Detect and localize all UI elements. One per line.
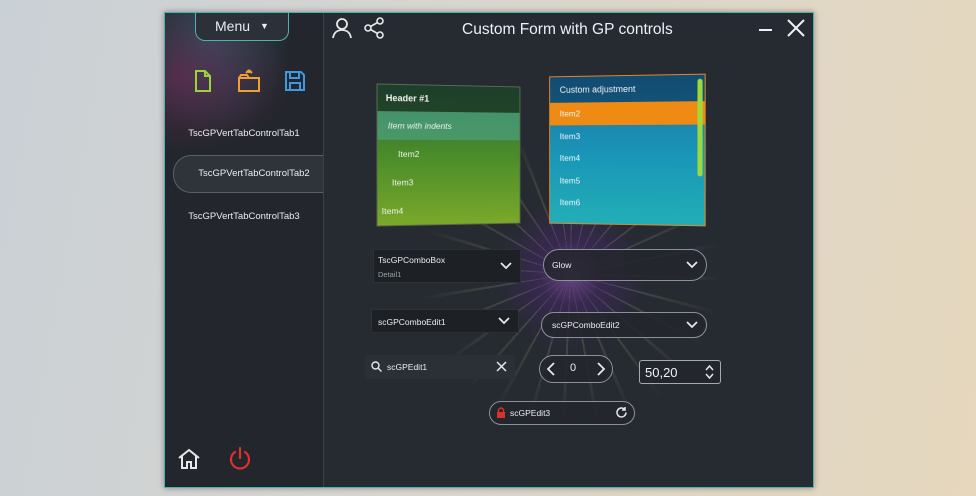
edit3-value: scGPEdit3 xyxy=(510,408,551,418)
minimize-icon[interactable] xyxy=(755,17,777,39)
share-icon[interactable] xyxy=(363,17,385,39)
list-item[interactable]: Item6 xyxy=(550,191,705,215)
sidebar-tab-2[interactable]: TscGPVertTabControlTab2 xyxy=(173,155,323,193)
save-icon[interactable] xyxy=(283,69,307,93)
combo-detail: Detail1 xyxy=(378,270,402,279)
sidebar-tab-3[interactable]: TscGPVertTabControlTab3 xyxy=(165,202,323,232)
list-box-1[interactable]: Header #1 Item with indents Item2 Item3 … xyxy=(376,83,521,227)
list-item[interactable]: Item3 xyxy=(550,124,705,147)
list-item[interactable]: Item4 xyxy=(378,195,520,225)
search-edit[interactable]: scGPEdit1 xyxy=(365,355,515,379)
window-title: Custom Form with GP controls xyxy=(462,21,673,38)
gp-combo-box[interactable]: TscGPComboBox Detail1 xyxy=(373,249,521,283)
list-scrollbar[interactable] xyxy=(697,78,703,177)
gp-combo-edit-2[interactable]: scGPComboEdit2 xyxy=(541,312,707,338)
combo-value: TscGPComboBox xyxy=(378,255,446,265)
caret-down-icon: ▼ xyxy=(260,20,269,31)
number-edit[interactable]: 50,20 xyxy=(639,360,721,384)
number-value: 50,20 xyxy=(645,365,678,380)
spin-edit[interactable]: 0 xyxy=(539,355,613,383)
chevron-right-icon[interactable] xyxy=(596,362,606,376)
glow-combo-box[interactable]: Glow xyxy=(543,249,707,281)
spin-value: 0 xyxy=(570,362,577,374)
list-header: Header #1 xyxy=(377,84,520,113)
sidebar: Menu ▼ TscGPVertTabControlTab1 TscGPVert… xyxy=(165,13,324,487)
close-icon[interactable] xyxy=(785,17,807,39)
user-icon[interactable] xyxy=(331,17,353,39)
list-item[interactable]: Item2 xyxy=(378,140,520,169)
gp-edit-3[interactable]: scGPEdit3 xyxy=(489,401,635,425)
lock-icon xyxy=(497,407,505,418)
list-item[interactable]: Item2 xyxy=(550,101,705,125)
home-icon[interactable] xyxy=(177,447,201,471)
open-folder-icon[interactable] xyxy=(237,69,261,93)
chevron-down-icon xyxy=(686,261,698,269)
gp-combo-edit-1[interactable]: scGPComboEdit1 xyxy=(371,309,519,333)
chevron-down-icon xyxy=(500,262,512,270)
app-window: Menu ▼ TscGPVertTabControlTab1 TscGPVert… xyxy=(164,12,814,488)
menu-button[interactable]: Menu ▼ xyxy=(195,13,289,41)
list-item[interactable]: Item5 xyxy=(550,169,705,193)
up-down-arrows-icon[interactable] xyxy=(705,364,714,380)
chevron-down-icon xyxy=(498,317,510,325)
combo-value: scGPComboEdit2 xyxy=(552,320,620,330)
refresh-icon[interactable] xyxy=(615,406,628,419)
list-box-2[interactable]: Custom adjustment Item2 Item3 Item4 Item… xyxy=(549,73,706,227)
menu-button-label: Menu xyxy=(215,17,251,34)
list-item[interactable]: Item3 xyxy=(378,168,520,197)
list-header: Custom adjustment xyxy=(550,74,705,103)
sidebar-toolbar xyxy=(191,69,307,93)
header-icons xyxy=(331,17,385,39)
combo-value: scGPComboEdit1 xyxy=(378,317,446,327)
search-icon xyxy=(371,361,382,372)
list-item[interactable]: Item4 xyxy=(550,147,705,170)
list-item[interactable]: Item with indents xyxy=(377,111,520,141)
chevron-down-icon xyxy=(686,321,698,329)
combo-value: Glow xyxy=(552,260,572,270)
sidebar-tab-1[interactable]: TscGPVertTabControlTab1 xyxy=(165,119,323,149)
power-icon[interactable] xyxy=(227,446,253,472)
clear-icon[interactable] xyxy=(496,361,507,372)
search-edit-value: scGPEdit1 xyxy=(387,362,428,372)
new-file-icon[interactable] xyxy=(191,69,215,93)
chevron-left-icon[interactable] xyxy=(546,362,556,376)
